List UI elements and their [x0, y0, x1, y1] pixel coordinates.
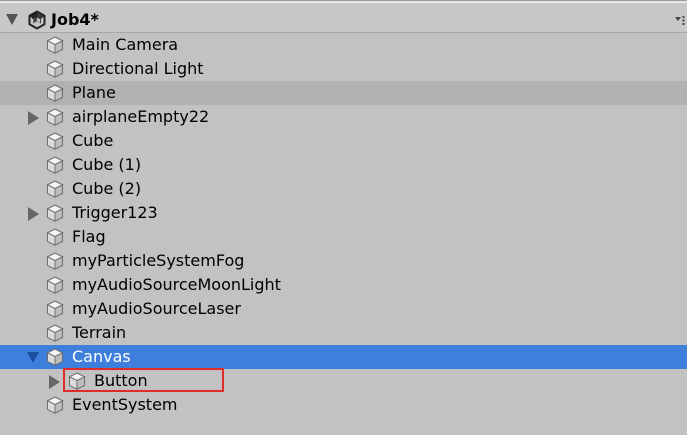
cube-icon — [46, 276, 64, 295]
cube-icon — [46, 396, 64, 415]
hierarchy-item-myparticlesystemfog[interactable]: myParticleSystemFog — [0, 249, 687, 273]
cube-icon — [46, 324, 64, 343]
hierarchy-item-cube[interactable]: Cube — [0, 129, 687, 153]
cube-icon — [68, 372, 86, 391]
cube-icon — [46, 348, 64, 367]
hierarchy-item-airplaneempty22[interactable]: airplaneEmpty22 — [0, 105, 687, 129]
cube-icon — [46, 180, 64, 199]
hierarchy-item-eventsystem[interactable]: EventSystem — [0, 393, 687, 417]
expand-arrow-icon[interactable] — [49, 375, 60, 389]
hierarchy-item-label: Directional Light — [72, 59, 204, 78]
scene-title: Job4* — [51, 10, 99, 29]
hierarchy-item-cube-2[interactable]: Cube (2) — [0, 177, 687, 201]
expand-arrow-icon[interactable] — [28, 111, 39, 125]
cube-icon — [46, 228, 64, 247]
scene-expand-icon[interactable] — [6, 14, 18, 25]
hierarchy-item-terrain[interactable]: Terrain — [0, 321, 687, 345]
hierarchy-item-main-camera[interactable]: Main Camera — [0, 33, 687, 57]
cube-icon — [46, 252, 64, 271]
cube-icon — [46, 60, 64, 79]
hierarchy-item-label: EventSystem — [72, 395, 178, 414]
hierarchy-item-label: Cube (2) — [72, 179, 142, 198]
hierarchy-item-flag[interactable]: Flag — [0, 225, 687, 249]
hierarchy-item-button[interactable]: Button — [0, 369, 687, 393]
cube-icon — [46, 36, 64, 55]
hierarchy-item-label: Terrain — [72, 323, 127, 342]
expand-arrow-icon[interactable] — [28, 207, 39, 221]
hierarchy-item-label: Cube (1) — [72, 155, 142, 174]
hierarchy-item-label: Button — [94, 371, 148, 390]
hierarchy-item-label: Plane — [72, 83, 116, 102]
hierarchy-item-label: myAudioSourceMoonLight — [72, 275, 281, 294]
hierarchy-item-label: Flag — [72, 227, 106, 246]
scene-header[interactable]: Job4* — [0, 0, 687, 33]
hierarchy-item-myaudiosourcemoonlight[interactable]: myAudioSourceMoonLight — [0, 273, 687, 297]
header-divider — [0, 0, 687, 3]
dropdown-menu-icon[interactable] — [674, 14, 686, 26]
hierarchy-item-label: Cube — [72, 131, 114, 150]
hierarchy-item-label: Main Camera — [72, 35, 179, 54]
hierarchy-item-directional-light[interactable]: Directional Light — [0, 57, 687, 81]
cube-icon — [46, 108, 64, 127]
hierarchy-panel: Job4* Main Camera Directional Light Plan… — [0, 0, 687, 435]
hierarchy-item-trigger123[interactable]: Trigger123 — [0, 201, 687, 225]
hierarchy-item-label: myAudioSourceLaser — [72, 299, 241, 318]
unity-logo-icon — [28, 10, 46, 30]
cube-icon — [46, 156, 64, 175]
hierarchy-item-label: Trigger123 — [72, 203, 158, 222]
hierarchy-item-canvas[interactable]: Canvas — [0, 345, 687, 369]
cube-icon — [46, 204, 64, 223]
hierarchy-item-plane[interactable]: Plane — [0, 81, 687, 105]
hierarchy-item-label: airplaneEmpty22 — [72, 107, 210, 126]
cube-icon — [46, 300, 64, 319]
hierarchy-item-label: Canvas — [72, 347, 131, 366]
collapse-arrow-icon[interactable] — [27, 352, 39, 363]
hierarchy-item-cube-1[interactable]: Cube (1) — [0, 153, 687, 177]
hierarchy-item-label: myParticleSystemFog — [72, 251, 245, 270]
cube-icon — [46, 84, 64, 103]
cube-icon — [46, 132, 64, 151]
hierarchy-item-myaudiosourcelaser[interactable]: myAudioSourceLaser — [0, 297, 687, 321]
